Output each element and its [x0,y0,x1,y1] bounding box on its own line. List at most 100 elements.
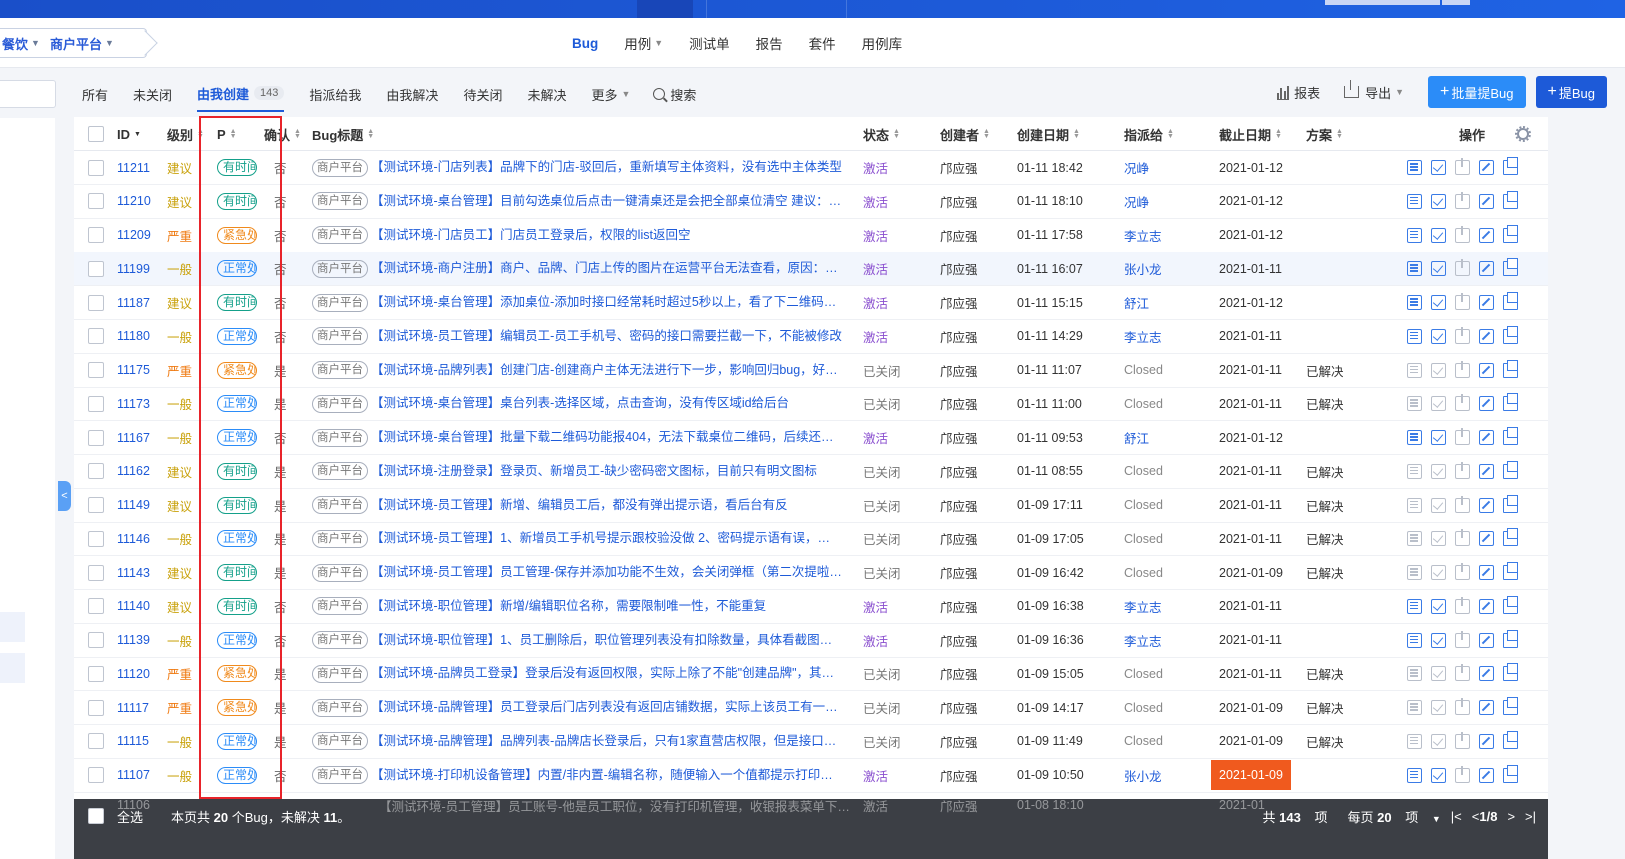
bug-id-link[interactable]: 11175 [117,354,150,387]
create-bug-button[interactable]: + 提Bug [1535,76,1607,108]
edit-bug-icon[interactable] [1479,700,1494,715]
col-created-date[interactable]: 创建日期 ▲ ▼ [1017,117,1080,151]
edit-bug-icon[interactable] [1479,598,1494,614]
row-select[interactable] [88,725,104,758]
edit-bug-icon[interactable] [1479,160,1494,175]
bug-assignee[interactable]: 张小龙 [1124,252,1162,285]
breadcrumb-item-category[interactable]: 餐饮 ▼ [2,34,40,53]
bug-id-link[interactable]: 11211 [117,151,150,184]
checkbox[interactable] [88,632,104,648]
copy-bug-icon[interactable] [1503,528,1518,547]
resolve-bug-icon[interactable] [1431,295,1446,310]
copy-bug-icon[interactable] [1503,292,1518,310]
bug-assignee[interactable]: 况峥 [1124,185,1149,218]
edit-bug-icon[interactable] [1479,565,1494,580]
row-select[interactable] [88,624,104,657]
resolve-bug-icon[interactable] [1431,463,1446,479]
confirm-bug-icon[interactable] [1407,261,1422,277]
confirm-bug-icon[interactable] [1407,463,1422,479]
bug-title-link[interactable]: 【测试环境-桌台管理】桌台列表-选择区域，点击查询，没有传区域id给后台 [371,387,843,420]
tab-more[interactable]: 更多 ▼ [591,76,630,112]
copy-bug-icon[interactable] [1503,157,1518,175]
bug-id-link[interactable]: 11143 [117,556,150,589]
copy-bug-icon[interactable] [1503,325,1518,344]
bug-id-link[interactable]: 11173 [117,387,150,420]
resolve-bug-icon[interactable] [1431,632,1446,648]
bug-title-link[interactable]: 【测试环境-品牌列表】创建门店-创建商户主体无法进行下一步，影响回归bug，好… [371,354,843,387]
row-select[interactable] [88,354,104,387]
row-select[interactable] [88,219,104,252]
close-bug-icon[interactable] [1455,698,1470,715]
row-select[interactable] [88,489,104,522]
column-settings-button[interactable] [1515,117,1531,151]
bug-title-link[interactable]: 【测试环境-桌台管理】添加桌位-添加时接口经常耗时超过5秒以上，看了下二维码… [371,286,843,319]
bug-title-link[interactable]: 【测试环境-注册登录】登录页、新增员工-缺少密码密文图标，目前只有明文图标 [371,455,843,488]
row-select[interactable] [88,185,104,218]
bug-id-link[interactable]: 11209 [117,219,151,252]
row-select[interactable] [88,691,104,724]
table-row[interactable]: 11139一般正常处理否商户平台【测试环境-职位管理】1、员工删除后，职位管理列… [74,624,1548,658]
edit-bug-icon[interactable] [1479,497,1494,513]
col-creator[interactable]: 创建者 ▲ ▼ [940,117,990,151]
col-id[interactable]: ID ▼ [117,117,141,151]
table-row[interactable]: 11120严重紧急处理是商户平台【测试环境-品牌员工登录】登录后没有返回权限，实… [74,657,1548,692]
tab-unresolved[interactable]: 未解决 [527,76,566,112]
per-page-selector[interactable]: 每页 20 项 ▼ [1338,807,1441,826]
confirm-bug-icon[interactable] [1407,666,1422,682]
bug-title-link[interactable]: 【测试环境-桌台管理】批量下载二维码功能报404，无法下载桌位二维码，后续还… [371,421,843,454]
confirm-bug-icon[interactable] [1407,193,1422,209]
bug-title-link[interactable]: 【测试环境-门店列表】品牌下的门店-驳回后，重新填写主体资料，没有选中主体类型 [371,151,843,184]
close-bug-icon[interactable] [1455,293,1470,310]
edit-bug-icon[interactable] [1479,396,1494,412]
row-select[interactable] [88,759,104,792]
resolve-bug-icon[interactable] [1431,193,1446,209]
checkbox[interactable] [88,159,104,176]
copy-bug-icon[interactable] [1503,562,1518,580]
col-deadline[interactable]: 截止日期 ▲ ▼ [1219,117,1282,151]
close-bug-icon[interactable] [1455,495,1470,513]
resolve-bug-icon[interactable] [1431,565,1446,580]
resolve-bug-icon[interactable] [1431,362,1446,378]
close-bug-icon[interactable] [1455,158,1470,175]
close-bug-icon[interactable] [1455,326,1470,344]
copy-bug-icon[interactable] [1503,730,1518,749]
table-row[interactable]: 11107一般正常处理否商户平台【测试环境-打印机设备管理】内置/非内置-编辑名… [74,759,1548,793]
bug-assignee[interactable]: 李立志 [1124,219,1162,252]
copy-bug-icon[interactable] [1503,224,1518,243]
resolve-bug-icon[interactable] [1431,700,1446,715]
nav-item-report[interactable]: 报告 [756,33,783,53]
resolve-bug-icon[interactable] [1431,666,1446,682]
col-status[interactable]: 状态 ▲ ▼ [863,117,900,151]
bug-id-link[interactable]: 11117 [117,691,149,724]
confirm-bug-icon[interactable] [1407,497,1422,513]
bug-id-link[interactable]: 11210 [117,185,151,218]
table-row[interactable]: 11173一般正常处理是商户平台【测试环境-桌台管理】桌台列表-选择区域，点击查… [74,387,1548,422]
nav-item-case[interactable]: 用例 ▼ [624,33,663,53]
edit-bug-icon[interactable] [1479,193,1494,209]
bug-title-link[interactable]: 【测试环境-员工管理】1、新增员工手机号提示跟校验没做 2、密码提示语有误，… [371,522,843,555]
resolve-bug-icon[interactable] [1431,497,1446,513]
confirm-bug-icon[interactable] [1407,733,1422,749]
table-row[interactable]: 11140 建议 有时间否商户平台 【测试环境-职位管理】新增/编辑职位名称，需要限制… [74,590,1548,624]
checkbox[interactable] [88,463,104,480]
sidebar-item[interactable] [0,612,25,642]
edit-bug-icon[interactable] [1479,328,1494,344]
bug-assignee[interactable]: Closed [1124,354,1163,387]
edit-bug-icon[interactable] [1479,666,1494,682]
bug-title-link[interactable]: 【测试环境-品牌管理】品牌列表-品牌店长登录后，只有1家直营店权限，但是接口… [371,725,843,758]
resolve-bug-icon[interactable] [1431,767,1446,783]
edit-bug-icon[interactable] [1479,430,1494,445]
table-row[interactable]: 11210 建议 有时间否商户平台 【测试环境-桌台管理】目前勾选桌位后点击一键清桌还… [74,185,1548,219]
edit-bug-icon[interactable] [1479,362,1494,378]
confirm-bug-icon[interactable] [1407,565,1422,580]
copy-bug-icon[interactable] [1503,258,1518,277]
table-row[interactable]: 11149 建议 有时间是商户平台 【测试环境-员工管理】新增、编辑员工后，都没有弹出… [74,489,1548,523]
confirm-bug-icon[interactable] [1407,328,1422,344]
select-all-header-checkbox[interactable] [88,117,104,151]
bug-id-link[interactable]: 11146 [117,522,150,555]
row-select[interactable] [88,556,104,589]
report-button[interactable]: 报表 [1276,83,1320,102]
bug-id-link[interactable]: 11115 [117,725,149,758]
edit-bug-icon[interactable] [1479,463,1494,479]
row-select[interactable] [88,151,104,184]
